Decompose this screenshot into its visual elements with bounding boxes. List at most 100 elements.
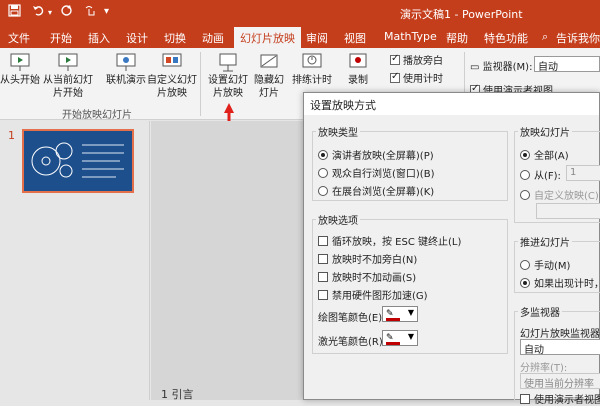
radio-use-timings[interactable]: 如果出现计时，则 bbox=[520, 275, 600, 290]
setup-slideshow-label: 设置幻灯片放映 bbox=[208, 75, 248, 99]
redo-icon[interactable] bbox=[60, 4, 73, 21]
from-current-button[interactable]: 从当前幻灯片开始 bbox=[40, 52, 96, 100]
custom-show-button[interactable]: 自定义幻灯片放映 bbox=[146, 52, 198, 100]
radio-presenter[interactable]: 演讲者放映(全屏幕)(P) bbox=[318, 147, 434, 162]
laser-color-bar bbox=[386, 342, 400, 345]
rehearse-timings-label: 排练计时 bbox=[292, 75, 332, 86]
monitor-icon: ▭ bbox=[470, 62, 480, 73]
loop-checkbox[interactable]: 循环放映，按 ESC 键终止(L) bbox=[318, 233, 461, 248]
tab-review[interactable]: 审阅 bbox=[306, 30, 328, 46]
hide-slide-button[interactable]: 隐藏幻灯片 bbox=[254, 52, 284, 100]
rehearse-timings-button[interactable]: 排练计时 bbox=[292, 52, 332, 87]
use-timings-label: 使用计时 bbox=[403, 74, 443, 85]
tab-help[interactable]: 帮助 bbox=[446, 30, 468, 46]
customize-qat-icon[interactable]: ▾ bbox=[104, 6, 109, 17]
monitor-select[interactable]: 自动 bbox=[534, 56, 600, 73]
online-present-label: 联机演示 bbox=[106, 75, 146, 86]
checkbox-box bbox=[318, 290, 328, 300]
tab-animations[interactable]: 动画 bbox=[202, 30, 224, 46]
radio-manual-label: 手动(M) bbox=[534, 261, 571, 272]
radio-from-label: 从(F): bbox=[534, 171, 561, 182]
radio-all-label: 全部(A) bbox=[534, 151, 569, 162]
radio-presenter-label: 演讲者放映(全屏幕)(P) bbox=[332, 151, 434, 162]
checkbox-box bbox=[390, 53, 400, 65]
radio-custom-show[interactable]: 自定义放映(C): bbox=[520, 187, 600, 202]
checkbox-box bbox=[318, 236, 328, 246]
disable-hw-accel-checkbox[interactable]: 禁用硬件图形加速(G) bbox=[318, 287, 428, 302]
pen-color-label: 绘图笔颜色(E): bbox=[318, 313, 386, 324]
from-slide-input[interactable]: 1 bbox=[566, 165, 600, 181]
checkbox-box bbox=[318, 254, 328, 264]
slide-thumbnail[interactable] bbox=[22, 129, 134, 193]
dialog-title: 设置放映方式 bbox=[304, 93, 599, 115]
laser-color-label: 激光笔颜色(R): bbox=[318, 337, 387, 348]
undo-dropdown-icon[interactable]: ▾ bbox=[48, 8, 52, 17]
custom-show-select[interactable] bbox=[536, 203, 600, 219]
tab-mathtype[interactable]: MathType bbox=[384, 30, 437, 43]
ribbon-tabs: 文件 开始 插入 设计 切换 动画 幻灯片放映 审阅 视图 MathType 帮… bbox=[0, 26, 600, 48]
no-animation-checkbox[interactable]: 放映时不加动画(S) bbox=[318, 269, 416, 284]
no-narration-label: 放映时不加旁白(N) bbox=[332, 255, 418, 266]
advance-slides-legend: 推进幻灯片 bbox=[518, 234, 572, 249]
radio-window[interactable]: 观众自行浏览(窗口)(B) bbox=[318, 165, 434, 180]
radio-kiosk[interactable]: 在展台浏览(全屏幕)(K) bbox=[318, 183, 434, 198]
from-current-label: 从当前幻灯片开始 bbox=[43, 75, 93, 99]
no-animation-label: 放映时不加动画(S) bbox=[332, 273, 417, 284]
setup-slideshow-button[interactable]: 设置幻灯片放映 bbox=[204, 52, 252, 100]
search-icon[interactable]: ⌕ bbox=[542, 30, 548, 44]
radio-custom-label: 自定义放映(C): bbox=[534, 191, 600, 202]
pen-color-bar bbox=[386, 318, 400, 321]
from-beginning-label: 从头开始 bbox=[0, 75, 40, 86]
radio-all-slides[interactable]: 全部(A) bbox=[520, 147, 569, 162]
dialog-presenter-view-checkbox[interactable]: 使用演示者视图 bbox=[520, 391, 600, 406]
no-narration-checkbox[interactable]: 放映时不加旁白(N) bbox=[318, 251, 417, 266]
monitor-row: ▭ 监视器(M): bbox=[470, 58, 532, 73]
loop-label: 循环放映，按 ESC 键终止(L) bbox=[332, 237, 462, 248]
play-narrations-checkbox[interactable]: 播放旁白 bbox=[390, 52, 443, 67]
tab-slideshow[interactable]: 幻灯片放映 bbox=[234, 27, 301, 48]
gears-graphic bbox=[31, 142, 124, 178]
hide-slide-label: 隐藏幻灯片 bbox=[254, 75, 284, 99]
laser-color-picker[interactable]: ✎ ▼ bbox=[382, 330, 418, 346]
radio-dot bbox=[520, 150, 530, 160]
tab-home[interactable]: 开始 bbox=[50, 30, 72, 46]
pen-color-picker[interactable]: ✎ ▼ bbox=[382, 306, 418, 322]
record-button[interactable]: 录制 bbox=[340, 52, 376, 87]
checkbox-box bbox=[318, 272, 328, 282]
radio-from-slide[interactable]: 从(F): bbox=[520, 167, 561, 182]
from-beginning-button[interactable]: 从头开始 bbox=[0, 52, 40, 87]
hide-slide-icon bbox=[260, 54, 278, 68]
slideshow-start-icon bbox=[10, 53, 30, 71]
group-divider bbox=[200, 52, 201, 116]
record-label: 录制 bbox=[348, 75, 368, 86]
tab-view[interactable]: 视图 bbox=[344, 30, 366, 46]
slideshow-current-icon bbox=[58, 53, 78, 71]
radio-manual[interactable]: 手动(M) bbox=[520, 257, 570, 272]
slideshow-monitor-select[interactable]: 自动 bbox=[520, 339, 600, 356]
undo-icon[interactable] bbox=[32, 4, 45, 21]
resolution-label: 分辨率(T): bbox=[520, 363, 568, 374]
use-timings-checkbox[interactable]: 使用计时 bbox=[390, 70, 443, 85]
online-present-button[interactable]: 联机演示 bbox=[104, 52, 148, 87]
monitor-label: 监视器(M): bbox=[482, 62, 533, 73]
multi-monitor-legend: 多监视器 bbox=[518, 304, 562, 319]
save-icon[interactable] bbox=[8, 4, 21, 21]
resolution-select[interactable]: 使用当前分辨率 bbox=[520, 373, 600, 390]
radio-dot bbox=[520, 170, 530, 180]
touch-mode-icon[interactable] bbox=[84, 4, 98, 21]
show-type-legend: 放映类型 bbox=[316, 124, 360, 139]
tab-special[interactable]: 特色功能 bbox=[484, 30, 528, 46]
tab-insert[interactable]: 插入 bbox=[88, 30, 110, 46]
tab-file[interactable]: 文件 bbox=[8, 30, 30, 46]
clock-icon bbox=[302, 53, 322, 68]
play-narrations-label: 播放旁白 bbox=[403, 56, 443, 67]
tab-transitions[interactable]: 切换 bbox=[164, 30, 186, 46]
radio-dot bbox=[520, 190, 530, 200]
chevron-down-icon: ▼ bbox=[407, 308, 414, 317]
dialog-presenter-view-label: 使用演示者视图 bbox=[534, 395, 600, 406]
checkbox-box bbox=[390, 71, 400, 83]
tab-design[interactable]: 设计 bbox=[126, 30, 148, 46]
group-start-label: 开始放映幻灯片 bbox=[62, 110, 132, 121]
chevron-down-icon: ▼ bbox=[407, 332, 414, 341]
tell-me-box[interactable]: 告诉我你 bbox=[556, 30, 600, 46]
